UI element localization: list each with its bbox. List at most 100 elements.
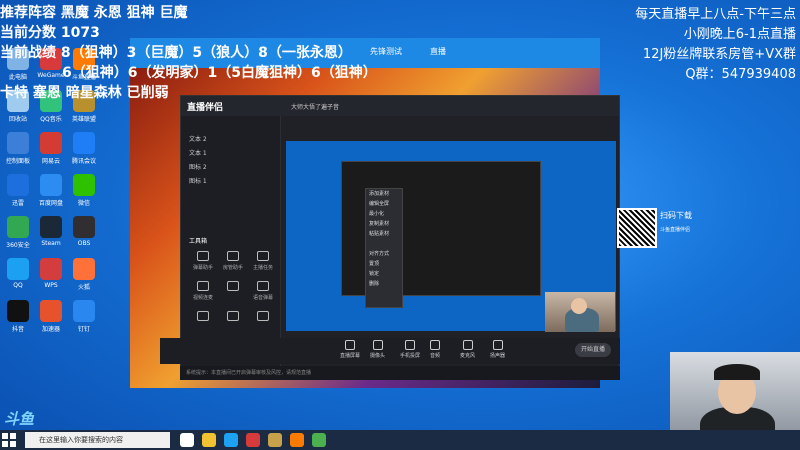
- taskbar-task-view-icon[interactable]: [180, 433, 194, 447]
- app-icon: [73, 216, 95, 238]
- desktop-icon-label: 网易云: [41, 158, 60, 165]
- desktop-icon-label: WeGame: [37, 72, 65, 79]
- desktop-icon[interactable]: 微信: [68, 174, 100, 214]
- desktop-icon[interactable]: 加速器: [35, 300, 67, 340]
- desktop-icon[interactable]: QQ: [2, 258, 34, 298]
- app-icon: [40, 216, 62, 238]
- taskbar-search-input[interactable]: 在这里输入你要搜索的内容: [25, 432, 170, 448]
- toolbar-label: 扬声器: [490, 353, 506, 359]
- app-icon: [7, 300, 29, 322]
- overlay-left-line4: 6（狙神）6（发明家）1（5白魔狙神）6（狙神）: [62, 65, 377, 81]
- stream-tab-test[interactable]: 先锋测试: [370, 46, 402, 57]
- taskbar-edge-icon[interactable]: [224, 433, 238, 447]
- desktop-icon[interactable]: 360安全: [2, 216, 34, 256]
- toolbar-icon: [405, 340, 415, 350]
- scene-item[interactable]: 图标 2: [189, 162, 207, 171]
- desktop-icon[interactable]: WPS: [35, 258, 67, 298]
- context-menu-item[interactable]: 最小化: [366, 209, 402, 219]
- desktop-icon-label: 微信: [77, 200, 90, 207]
- desktop-icon-label: QQ: [13, 282, 23, 289]
- context-menu-item[interactable]: 添加素材: [366, 189, 402, 199]
- desktop-icon-label: 钉钉: [77, 326, 90, 333]
- desktop-icon[interactable]: Steam: [35, 216, 67, 256]
- context-menu-item[interactable]: 锁定: [366, 269, 402, 279]
- app-icon: [7, 132, 29, 154]
- context-menu-item[interactable]: 删除: [366, 279, 402, 289]
- app-icon: [73, 174, 95, 196]
- tool-button[interactable]: 主播任务: [249, 251, 277, 279]
- bottom-toolbar-button[interactable]: 直播屏幕: [340, 340, 360, 359]
- scene-item[interactable]: 文本 2: [189, 134, 207, 143]
- desktop-icon[interactable]: 抖音: [2, 300, 34, 340]
- stream-tab-live[interactable]: 直播: [430, 46, 446, 57]
- toolbar-icon: [462, 340, 473, 350]
- app-icon: [40, 300, 62, 322]
- context-menu-item[interactable]: [366, 239, 402, 249]
- context-menu-item[interactable]: 编辑全屏: [366, 199, 402, 209]
- app-left-panel: 文本 2 文本 1 图标 2 图标 1 工具箱 弹幕助手 房管助手 主播任务 视频连麦…: [181, 116, 281, 371]
- desktop-icon-label: 英雄联盟: [71, 116, 96, 123]
- tool-icon: [197, 311, 209, 321]
- toolbar-icon: [430, 340, 440, 350]
- desktop-icon[interactable]: 钉钉: [68, 300, 100, 340]
- overlay-left-line2: 当前分数 1073: [0, 25, 100, 41]
- desktop-icon-label: 火狐: [77, 284, 90, 291]
- context-menu-item[interactable]: 置顶: [366, 259, 402, 269]
- taskbar-wegame-icon[interactable]: [246, 433, 260, 447]
- app-status-bar: 系统提示：本直播间已开启弹幕审核及风控，请规范直播: [180, 366, 620, 380]
- desktop-icon[interactable]: 火狐: [68, 258, 100, 298]
- desktop-icon[interactable]: 迅雷: [2, 174, 34, 214]
- tool-label: 房管助手: [222, 265, 243, 271]
- bottom-toolbar-button[interactable]: 扬声器: [490, 340, 505, 359]
- taskbar-chrome-icon[interactable]: [312, 433, 326, 447]
- taskbar: 在这里输入你要搜索的内容: [0, 430, 800, 450]
- desktop-icon-label: WPS: [44, 282, 58, 289]
- scene-item[interactable]: 图标 1: [189, 176, 207, 185]
- desktop-icon[interactable]: 百度网盘: [35, 174, 67, 214]
- windows-start-icon[interactable]: [2, 433, 16, 447]
- desktop-icon[interactable]: 控制面板: [2, 132, 34, 172]
- start-live-button[interactable]: 开始直播: [575, 343, 611, 357]
- context-menu-item[interactable]: 粘贴素材: [366, 229, 402, 239]
- qr-label: 扫码下载: [660, 211, 692, 220]
- app-icon: [73, 258, 95, 280]
- overlay-right-line2: 小刚晚上6-1点直播: [683, 27, 796, 42]
- context-menu-item[interactable]: 对齐方式: [366, 249, 402, 259]
- taskbar-explorer-icon[interactable]: [202, 433, 216, 447]
- webcam-small: [545, 292, 615, 332]
- desktop-icon-label: 迅雷: [11, 200, 24, 207]
- scene-item[interactable]: 文本 1: [189, 148, 207, 157]
- tool-icon: [197, 281, 209, 291]
- toolbar-label: 麦克风: [460, 353, 476, 359]
- toolbar-icon: [345, 340, 355, 350]
- desktop-icon[interactable]: 腾讯会议: [68, 132, 100, 172]
- tool-icon: [257, 281, 269, 291]
- taskbar-lol-icon[interactable]: [268, 433, 282, 447]
- app-icon: [40, 258, 62, 280]
- context-menu-item[interactable]: 复制素材: [366, 219, 402, 229]
- bottom-toolbar-button[interactable]: 麦克风: [460, 340, 475, 359]
- taskbar-douyu-icon[interactable]: [290, 433, 304, 447]
- desktop-icon-label: 抖音: [11, 326, 24, 333]
- bottom-toolbar-button[interactable]: 手机投屏: [400, 340, 420, 359]
- tool-button[interactable]: 房管助手: [219, 251, 247, 279]
- bottom-toolbar-button[interactable]: 音频: [430, 340, 440, 359]
- tool-button[interactable]: [219, 281, 247, 309]
- tool-icon: [227, 311, 239, 321]
- bottom-toolbar-button[interactable]: 摄像头: [370, 340, 385, 359]
- overlay-left-line3: 当前战绩 8（狙神）3（巨魔）5（狼人）8（一张永恩）: [0, 45, 352, 61]
- tool-button[interactable]: [219, 311, 247, 339]
- desktop-icon[interactable]: OBS: [68, 216, 100, 256]
- app-icon: [73, 132, 95, 154]
- tool-button[interactable]: 视频连麦: [189, 281, 217, 309]
- tool-label: 语音弹幕: [252, 295, 273, 301]
- tool-button[interactable]: 弹幕助手: [189, 251, 217, 279]
- desktop-icon-label: 此电脑: [8, 74, 27, 81]
- app-icon: [7, 258, 29, 280]
- tool-button[interactable]: [249, 311, 277, 339]
- tool-button[interactable]: [189, 311, 217, 339]
- desktop-icon[interactable]: 网易云: [35, 132, 67, 172]
- app-icon: [73, 300, 95, 322]
- tool-button[interactable]: 语音弹幕: [249, 281, 277, 309]
- desktop-icon-label: QQ音乐: [40, 116, 62, 123]
